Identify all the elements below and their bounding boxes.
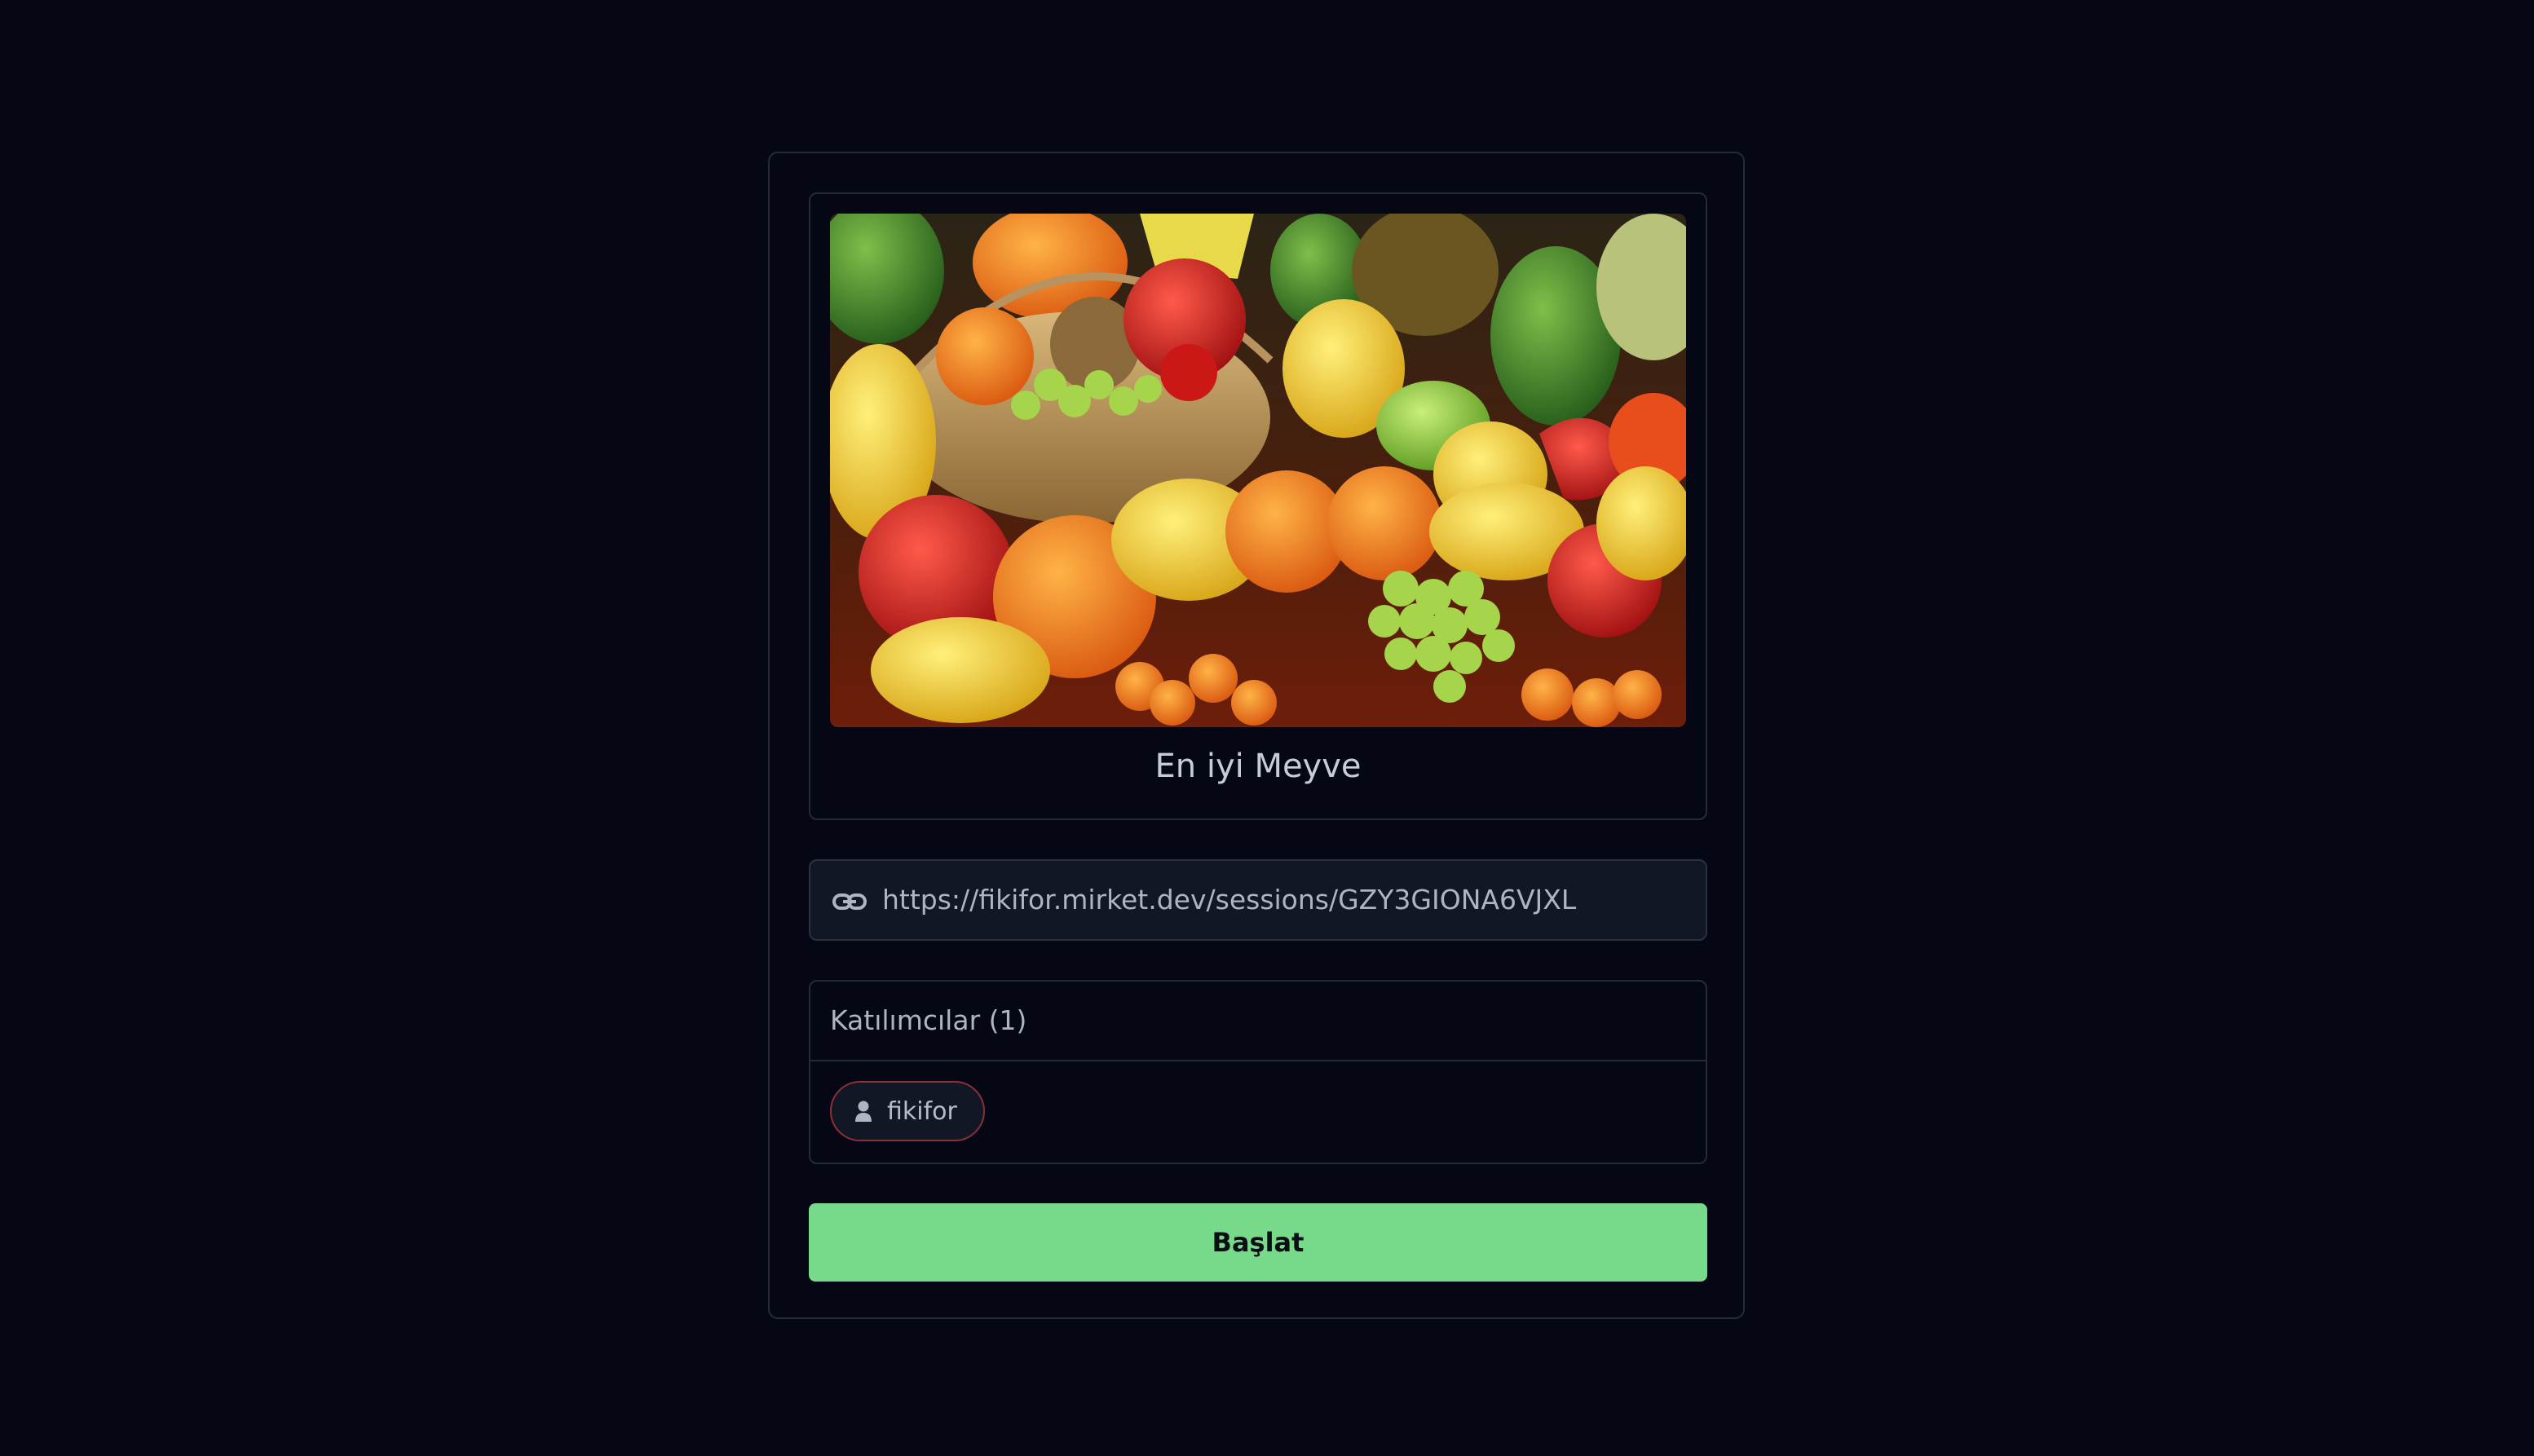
session-title: En iyi Meyve <box>1154 748 1362 785</box>
session-image-panel: En iyi Meyve <box>809 192 1707 820</box>
session-card: En iyi Meyve https://fikifor.mirket.dev/… <box>768 152 1745 1319</box>
share-link-url[interactable]: https://fikifor.mirket.dev/sessions/GZY3… <box>882 861 1576 939</box>
participant-chip[interactable]: fikifor <box>830 1081 985 1141</box>
start-button[interactable]: Başlat <box>809 1203 1707 1282</box>
link-icon <box>832 885 867 918</box>
user-icon <box>854 1100 872 1123</box>
share-link-field[interactable]: https://fikifor.mirket.dev/sessions/GZY3… <box>809 859 1707 941</box>
participant-name: fikifor <box>887 1096 957 1126</box>
participants-panel: Katılımcılar (1) fikifor <box>809 980 1707 1164</box>
fruit-illustration <box>830 214 1686 727</box>
participants-header: Katılımcılar (1) <box>810 982 1706 1061</box>
session-image <box>830 214 1686 727</box>
